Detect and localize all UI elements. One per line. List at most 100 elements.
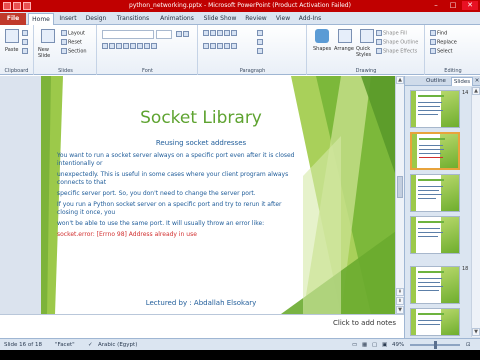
- slide-body[interactable]: You want to run a socket server always o…: [57, 152, 297, 242]
- quick-styles-icon[interactable]: [360, 29, 374, 43]
- title-bar: python_networking.pptx - Microsoft Power…: [0, 0, 480, 12]
- slide-thumbnail[interactable]: [410, 90, 460, 128]
- tab-design[interactable]: Design: [82, 13, 110, 25]
- slide-thumbnail-selected[interactable]: [410, 132, 460, 170]
- notes-placeholder[interactable]: Click to add notes: [333, 319, 396, 327]
- undo-icon[interactable]: [23, 2, 31, 10]
- smartart-icon[interactable]: [257, 48, 264, 55]
- section-button[interactable]: Section: [61, 48, 87, 55]
- body-line: unexpectedly. This is useful in some cas…: [57, 171, 289, 186]
- tab-animations[interactable]: Animations: [156, 13, 198, 25]
- shapes-icon[interactable]: [315, 29, 329, 43]
- slide-thumbnail[interactable]: [410, 266, 460, 304]
- maximize-button[interactable]: □: [445, 1, 461, 10]
- tab-outline[interactable]: Outline: [423, 77, 449, 86]
- slide-subtitle[interactable]: Reusing socket addresses: [81, 139, 321, 147]
- tab-insert[interactable]: Insert: [56, 13, 80, 25]
- save-icon[interactable]: [13, 2, 21, 10]
- tab-transitions[interactable]: Transitions: [112, 13, 154, 25]
- status-bar: Slide 16 of 18 "Facet" ✓ Arabic (Egypt) …: [0, 338, 480, 350]
- tab-add-ins[interactable]: Add-Ins: [296, 13, 324, 25]
- tab-home[interactable]: Home: [28, 13, 54, 25]
- tab-slide-show[interactable]: Slide Show: [200, 13, 240, 25]
- shadow-icon: [130, 43, 136, 49]
- scroll-thumb[interactable]: [397, 176, 403, 198]
- tab-slides[interactable]: Slides: [451, 77, 473, 86]
- format-painter-icon[interactable]: [22, 48, 29, 55]
- current-slide[interactable]: Socket Library Reusing socket addresses …: [41, 76, 403, 314]
- paste-icon[interactable]: [5, 29, 19, 43]
- reset-button[interactable]: Reset: [61, 39, 82, 46]
- tab-file[interactable]: File: [0, 13, 26, 25]
- scroll-down-icon[interactable]: ▼: [396, 306, 404, 314]
- tab-view[interactable]: View: [272, 13, 294, 25]
- minimize-button[interactable]: –: [428, 1, 444, 10]
- increase-indent-icon: [224, 30, 230, 36]
- previous-slide-icon[interactable]: ⇞: [396, 288, 404, 296]
- slide-footer[interactable]: Lectured by : Abdallah Elsokary: [81, 299, 321, 307]
- copy-icon[interactable]: [22, 39, 29, 46]
- editor-gutter: [0, 76, 41, 314]
- replace-button[interactable]: Replace: [430, 39, 457, 46]
- shapes-button[interactable]: Shapes: [313, 46, 331, 52]
- replace-icon: [430, 39, 436, 45]
- columns-icon: [231, 43, 237, 49]
- select-button[interactable]: Select: [430, 48, 452, 55]
- app-icon[interactable]: [3, 2, 11, 10]
- list-buttons[interactable]: [203, 30, 238, 37]
- slides-group: New Slide Layout Reset Section Slides: [35, 25, 97, 75]
- font-format-buttons[interactable]: [102, 43, 158, 50]
- ribbon: Paste Clipboard New Slide Layout Reset S…: [0, 25, 480, 75]
- paragraph-group: Paragraph: [199, 25, 307, 75]
- shape-outline-button[interactable]: Shape Outline: [376, 39, 418, 46]
- body-line: If you run a Python socket server on a s…: [57, 201, 282, 216]
- notes-pane[interactable]: Click to add notes: [0, 314, 404, 338]
- new-slide-button[interactable]: New Slide: [38, 47, 60, 59]
- editing-label: Editing: [444, 68, 462, 74]
- panel-close-icon[interactable]: ✕: [473, 77, 480, 86]
- align-text-icon[interactable]: [257, 39, 264, 46]
- find-button[interactable]: Find: [430, 30, 447, 37]
- quick-styles-button[interactable]: Quick Styles: [356, 46, 376, 58]
- layout-button[interactable]: Layout: [61, 30, 85, 37]
- align-buttons[interactable]: [203, 43, 238, 50]
- ribbon-tabs: File Home Insert Design Transitions Anim…: [0, 12, 480, 25]
- scroll-up-icon[interactable]: ▲: [472, 87, 480, 95]
- arrange-button[interactable]: Arrange: [334, 46, 354, 52]
- drawing-group: Shapes Arrange Quick Styles Shape Fill S…: [308, 25, 425, 75]
- close-button[interactable]: ✕: [462, 1, 478, 10]
- align-center-icon: [210, 43, 216, 49]
- tab-review[interactable]: Review: [242, 13, 270, 25]
- panel-scrollbar[interactable]: ▲ ▼: [471, 87, 480, 337]
- next-slide-icon[interactable]: ⇟: [396, 297, 404, 305]
- shape-effects-button[interactable]: Shape Effects: [376, 48, 417, 55]
- font-group: Font: [98, 25, 198, 75]
- slide-thumbnail[interactable]: [410, 216, 460, 254]
- cut-icon[interactable]: [22, 30, 29, 37]
- shape-fill-button[interactable]: Shape Fill: [376, 30, 407, 37]
- clipboard-group: Paste Clipboard: [0, 25, 34, 75]
- align-left-icon: [203, 43, 209, 49]
- scroll-down-icon[interactable]: ▼: [472, 328, 480, 336]
- clipboard-label: Clipboard: [4, 68, 29, 74]
- arrange-icon[interactable]: [338, 29, 352, 43]
- slide-scrollbar[interactable]: ▲ ⇞ ⇟ ▼: [395, 76, 404, 314]
- new-slide-icon[interactable]: [41, 29, 55, 43]
- slide-title[interactable]: Socket Library: [81, 108, 321, 128]
- shape-effects-icon: [376, 48, 382, 54]
- text-direction-icon[interactable]: [257, 30, 264, 37]
- grow-font-icon[interactable]: [176, 31, 190, 38]
- paste-button[interactable]: Paste: [5, 47, 19, 53]
- slide-canvas[interactable]: Socket Library Reusing socket addresses …: [41, 76, 403, 314]
- font-name-box[interactable]: [102, 30, 154, 39]
- font-size-box[interactable]: [156, 30, 172, 39]
- spacing-icon: [137, 43, 143, 49]
- paragraph-label: Paragraph: [239, 68, 266, 74]
- scroll-up-icon[interactable]: ▲: [396, 76, 404, 84]
- shape-outline-icon: [376, 39, 382, 45]
- slides-label: Slides: [58, 68, 73, 74]
- zoom-slider-knob[interactable]: [434, 341, 437, 349]
- slide-thumbnail[interactable]: [410, 174, 460, 212]
- slide-thumbnail[interactable]: [410, 308, 460, 336]
- shape-fill-icon: [376, 30, 382, 36]
